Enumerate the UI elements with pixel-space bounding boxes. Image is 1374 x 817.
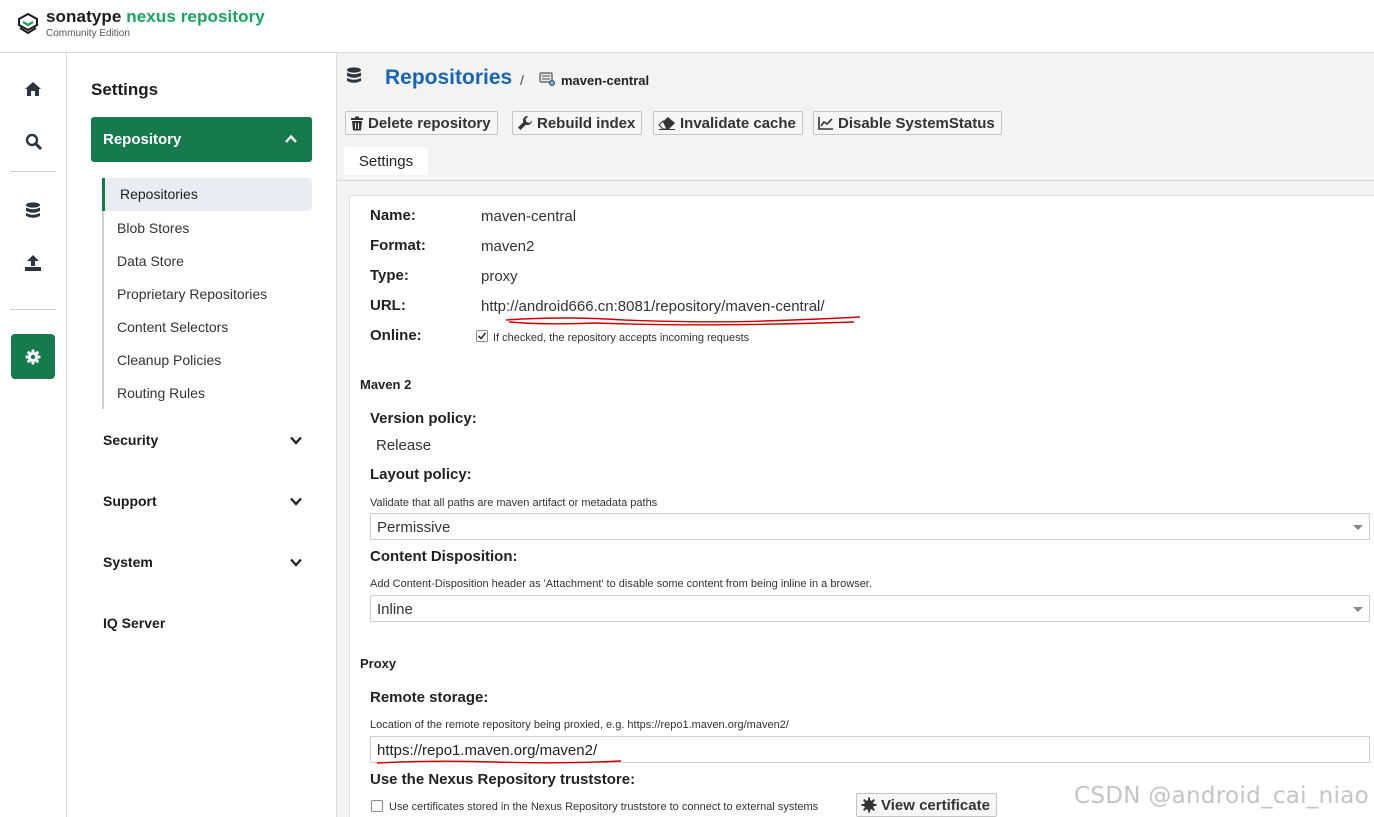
section-repository[interactable]: Repository [91, 117, 312, 162]
format-value: maven2 [481, 238, 535, 255]
chevron-up-icon [285, 134, 297, 143]
settings-nav-button[interactable] [11, 334, 55, 379]
type-label: Type: [370, 267, 409, 284]
chevron-down-icon [290, 436, 302, 445]
maven-group-title: Maven 2 [360, 377, 412, 392]
proxy-repository-icon [539, 72, 555, 86]
chart-line-icon [818, 117, 833, 130]
section-iq-server-label: IQ Server [103, 615, 166, 631]
breadcrumb-repositories[interactable]: Repositories [385, 66, 512, 90]
layout-policy-label: Layout policy: [370, 466, 472, 483]
chevron-down-icon [290, 497, 302, 506]
disable-system-status-button[interactable]: Disable SystemStatus [813, 111, 1002, 135]
format-label: Format: [370, 237, 426, 254]
disable-system-status-label: Disable SystemStatus [838, 114, 995, 132]
delete-repository-button[interactable]: Delete repository [345, 111, 498, 135]
brand-name[interactable]: sonatype nexus repository [46, 7, 265, 27]
url-label: URL: [370, 297, 406, 314]
content-disposition-select[interactable]: Inline [370, 595, 1370, 622]
watermark: CSDN @android_cai_niao [1073, 783, 1369, 809]
sidebar-item-blob-stores[interactable]: Blob Stores [117, 220, 189, 236]
database-icon [347, 67, 361, 83]
view-certificate-label: View certificate [881, 796, 990, 814]
rebuild-index-button[interactable]: Rebuild index [512, 111, 643, 135]
home-icon[interactable] [20, 76, 46, 102]
tab-divider [337, 180, 1374, 181]
layout-policy-value: Permissive [377, 519, 451, 536]
content-disposition-label: Content Disposition: [370, 548, 518, 565]
sidebar-item-routing-rules[interactable]: Routing Rules [117, 385, 205, 401]
settings-sidebar: Settings Repository Repositories Blob St… [67, 53, 337, 817]
brand-primary: sonatype [46, 7, 122, 26]
sidebar-item-proprietary-repositories[interactable]: Proprietary Repositories [117, 286, 267, 302]
layout-policy-select[interactable]: Permissive [370, 513, 1370, 540]
invalidate-cache-button[interactable]: Invalidate cache [653, 111, 803, 135]
section-support-label: Support [103, 493, 157, 509]
tab-settings[interactable]: Settings [344, 147, 428, 175]
breadcrumb-separator: / [520, 72, 524, 88]
app-header: sonatype nexus repository Community Edit… [0, 0, 1374, 53]
edition-label: Community Edition [46, 28, 130, 39]
name-value: maven-central [481, 208, 577, 225]
eraser-icon [658, 117, 675, 130]
truststore-checkbox[interactable] [371, 800, 383, 812]
nav-rail [0, 53, 67, 817]
trash-icon [351, 116, 363, 130]
content-disposition-value: Inline [377, 601, 413, 618]
sidebar-title: Settings [91, 80, 159, 99]
url-value[interactable]: http://android666.cn:8081/repository/mav… [481, 298, 825, 315]
breadcrumb-current: maven-central [561, 73, 650, 88]
rail-divider [10, 309, 56, 310]
chevron-down-icon [290, 558, 302, 567]
content-disposition-help: Add Content-Disposition header as 'Attac… [370, 578, 872, 590]
remote-annotation-underline [376, 760, 622, 764]
sidebar-item-label: Repositories [120, 186, 198, 202]
main-content: Repositories / maven-central Delete repo… [337, 53, 1374, 817]
name-label: Name: [370, 207, 416, 224]
dropdown-caret-icon [1353, 607, 1363, 612]
view-certificate-button[interactable]: View certificate [856, 793, 997, 817]
delete-repository-label: Delete repository [368, 114, 491, 132]
wrench-icon [518, 115, 533, 130]
layout-policy-help: Validate that all paths are maven artifa… [370, 497, 658, 509]
sidebar-item-content-selectors[interactable]: Content Selectors [117, 319, 228, 335]
database-icon[interactable] [20, 197, 46, 223]
section-security[interactable]: Security [103, 430, 313, 452]
section-iq-server[interactable]: IQ Server [103, 613, 313, 635]
rebuild-index-label: Rebuild index [537, 114, 636, 132]
truststore-label: Use the Nexus Repository truststore: [370, 771, 636, 788]
online-label: Online: [370, 327, 422, 344]
section-system[interactable]: System [103, 552, 313, 574]
sidebar-item-repositories[interactable]: Repositories [102, 178, 312, 211]
section-support[interactable]: Support [103, 491, 313, 513]
online-checkbox[interactable] [476, 330, 488, 342]
settings-panel: Name: maven-central Format: maven2 Type:… [349, 195, 1374, 817]
rail-divider [10, 171, 56, 172]
sonatype-logo-icon[interactable] [16, 12, 40, 36]
version-policy-label: Version policy: [370, 410, 477, 427]
invalidate-cache-label: Invalidate cache [680, 114, 796, 132]
online-help: If checked, the repository accepts incom… [493, 332, 750, 344]
section-security-label: Security [103, 432, 159, 448]
proxy-group-title: Proxy [360, 656, 397, 671]
sidebar-item-data-store[interactable]: Data Store [117, 253, 184, 269]
sidebar-item-cleanup-policies[interactable]: Cleanup Policies [117, 352, 221, 368]
section-repository-label: Repository [103, 131, 182, 148]
checkmark-icon [477, 332, 487, 340]
upload-icon[interactable] [20, 250, 46, 276]
gear-icon [25, 349, 41, 364]
version-policy-value: Release [376, 437, 432, 454]
certificate-icon [861, 797, 877, 813]
url-annotation-underline [505, 316, 861, 326]
dropdown-caret-icon [1353, 525, 1363, 530]
brand-secondary: nexus repository [126, 7, 265, 26]
remote-storage-label: Remote storage: [370, 689, 489, 706]
type-value: proxy [481, 268, 518, 285]
search-icon[interactable] [20, 128, 46, 154]
truststore-help: Use certificates stored in the Nexus Rep… [389, 801, 819, 813]
section-system-label: System [103, 554, 153, 570]
remote-storage-help: Location of the remote repository being … [370, 719, 789, 731]
tree-line [102, 178, 104, 409]
